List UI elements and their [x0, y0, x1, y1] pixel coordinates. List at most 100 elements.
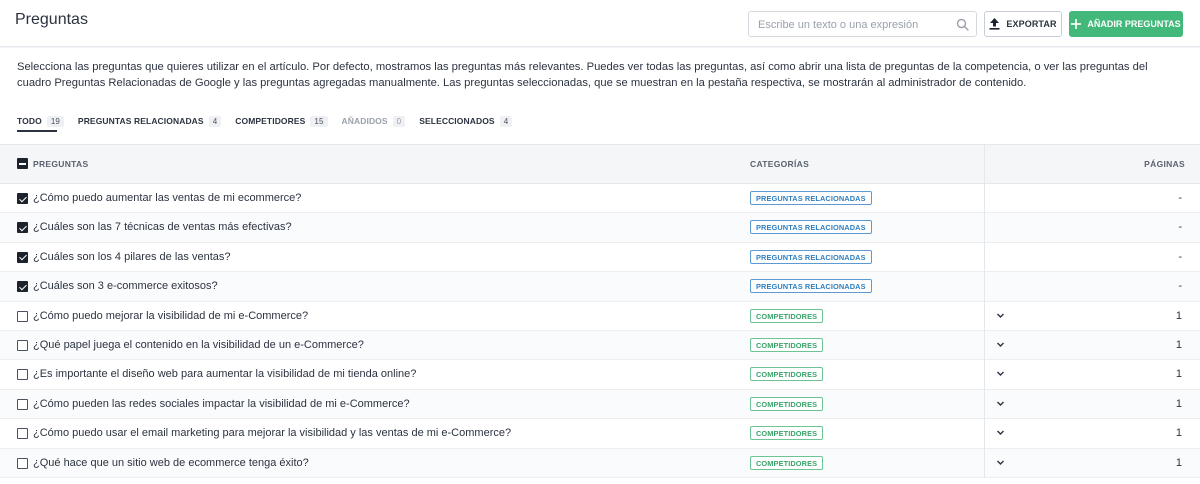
column-divider: [984, 360, 985, 390]
row-checkbox[interactable]: [17, 428, 28, 440]
chevron-down-icon[interactable]: [996, 312, 1005, 319]
tab-todo[interactable]: TODO 19: [17, 115, 64, 127]
column-divider: [984, 242, 985, 273]
row-checkbox[interactable]: [17, 193, 28, 204]
table-row[interactable]: ¿Cómo puedo usar el email marketing para…: [0, 419, 1200, 449]
category-badge[interactable]: COMPETIDORES: [750, 396, 824, 411]
pages-count: 1: [1175, 309, 1182, 322]
search-input[interactable]: [758, 16, 953, 33]
row-checkbox[interactable]: [17, 281, 28, 293]
column-divider: [984, 213, 985, 243]
row-checkbox[interactable]: [17, 310, 28, 322]
pages-count: 1: [1175, 427, 1182, 440]
chevron-down-icon[interactable]: [996, 459, 1005, 466]
tab-label: COMPETIDORES: [235, 116, 306, 126]
table-row[interactable]: ¿Cómo pueden las redes sociales impactar…: [0, 389, 1200, 420]
tab-count: 19: [46, 115, 64, 127]
table-row[interactable]: ¿Es importante el diseño web para aument…: [0, 360, 1200, 390]
column-header-categories[interactable]: CATEGORÍAS: [750, 159, 809, 169]
column-divider: [984, 184, 985, 214]
category-badge[interactable]: COMPETIDORES: [750, 426, 824, 441]
chevron-down-icon[interactable]: [996, 400, 1005, 407]
pages-count: 1: [1175, 456, 1182, 469]
pages-count: 1: [1175, 338, 1182, 351]
table-row[interactable]: ¿Cuáles son los 4 pilares de las ventas?…: [0, 242, 1200, 273]
category-badge[interactable]: COMPETIDORES: [750, 367, 824, 382]
question-text: ¿Cómo puedo mejorar la visibilidad de mi…: [33, 309, 309, 322]
table-row[interactable]: ¿Cuáles son 3 e-commerce exitosos? PREGU…: [0, 272, 1200, 302]
tab-seleccionados[interactable]: SELECCIONADOS 4: [419, 115, 513, 127]
chevron-down-icon[interactable]: [996, 341, 1005, 348]
tab-label: SELECCIONADOS: [419, 116, 495, 126]
tab-label: PREGUNTAS RELACIONADAS: [77, 116, 204, 126]
category-badge[interactable]: COMPETIDORES: [750, 455, 824, 470]
questions-table: PREGUNTAS CATEGORÍAS PÁGINAS ¿Cómo puedo…: [0, 144, 1200, 478]
question-text: ¿Qué papel juega el contenido en la visi…: [33, 338, 364, 351]
pages-count: 1: [1175, 368, 1182, 381]
table-row[interactable]: ¿Qué papel juega el contenido en la visi…: [0, 330, 1200, 361]
tab-count: 4: [208, 115, 222, 127]
page-title: Preguntas: [15, 11, 88, 28]
tab-competidores[interactable]: COMPETIDORES 15: [235, 115, 328, 127]
pages-count: -: [1178, 192, 1182, 204]
row-checkbox[interactable]: [17, 251, 28, 263]
question-text: ¿Cómo puedo usar el email marketing para…: [33, 427, 512, 440]
column-divider: [984, 145, 985, 185]
table-row[interactable]: ¿Cómo puedo aumentar las ventas de mi ec…: [0, 184, 1200, 214]
tab-anadidos[interactable]: AÑADIDOS 0: [341, 115, 406, 127]
plus-icon: [1071, 19, 1082, 29]
add-questions-button[interactable]: AÑADIR PREGUNTAS: [1069, 11, 1183, 37]
column-header-questions[interactable]: PREGUNTAS: [33, 159, 88, 169]
export-button[interactable]: EXPORTAR: [984, 11, 1062, 37]
column-divider: [984, 389, 985, 420]
tab-label: AÑADIDOS: [341, 116, 388, 126]
question-text: ¿Cuáles son 3 e-commerce exitosos?: [33, 280, 218, 293]
category-badge[interactable]: PREGUNTAS RELACIONADAS: [750, 249, 872, 264]
description-text: Selecciona las preguntas que quieres uti…: [17, 61, 1148, 89]
pages-count: 1: [1175, 397, 1182, 410]
question-text: ¿Cómo pueden las redes sociales impactar…: [33, 397, 410, 410]
row-checkbox[interactable]: [17, 457, 28, 469]
row-checkbox[interactable]: [17, 369, 28, 381]
chevron-down-icon[interactable]: [996, 370, 1005, 377]
category-badge[interactable]: COMPETIDORES: [750, 337, 824, 352]
tab-preguntas-relacionadas[interactable]: PREGUNTAS RELACIONADAS 4: [77, 115, 222, 127]
table-header: PREGUNTAS CATEGORÍAS PÁGINAS: [0, 144, 1200, 185]
upload-icon: [989, 18, 1000, 30]
pages-count: -: [1178, 221, 1182, 234]
table-row[interactable]: ¿Cómo puedo mejorar la visibilidad de mi…: [0, 301, 1200, 331]
question-text: ¿Es importante el diseño web para aument…: [33, 368, 417, 381]
column-header-pages[interactable]: PÁGINAS: [1144, 159, 1185, 169]
column-divider: [984, 419, 985, 449]
tab-count: 15: [310, 115, 328, 127]
category-badge[interactable]: COMPETIDORES: [750, 308, 824, 323]
pages-count: -: [1178, 280, 1182, 293]
header-bar: Preguntas EXPORTAR AÑADIR PREGUNTAS: [0, 0, 1200, 47]
tab-bar: TODO 19 PREGUNTAS RELACIONADAS 4 COMPETI…: [17, 114, 526, 128]
question-text: ¿Qué hace que un sitio web de ecommerce …: [33, 456, 309, 469]
row-checkbox[interactable]: [17, 398, 28, 410]
category-badge[interactable]: PREGUNTAS RELACIONADAS: [750, 191, 872, 205]
tab-count: 4: [499, 115, 513, 127]
question-text: ¿Cuáles son las 7 técnicas de ventas más…: [33, 221, 292, 234]
category-badge[interactable]: PREGUNTAS RELACIONADAS: [750, 279, 872, 294]
table-row[interactable]: ¿Qué hace que un sitio web de ecommerce …: [0, 448, 1200, 478]
question-text: ¿Cuáles son los 4 pilares de las ventas?: [33, 250, 231, 263]
row-checkbox[interactable]: [17, 339, 28, 351]
column-divider: [984, 301, 985, 331]
tab-count: 0: [392, 115, 406, 127]
search-icon[interactable]: [956, 18, 969, 31]
select-all-checkbox[interactable]: [17, 158, 28, 169]
table-row[interactable]: ¿Cuáles son las 7 técnicas de ventas más…: [0, 213, 1200, 243]
column-divider: [984, 448, 985, 478]
column-divider: [984, 330, 985, 361]
row-checkbox[interactable]: [17, 222, 28, 234]
search-box[interactable]: [748, 11, 977, 37]
add-questions-label: AÑADIR PREGUNTAS: [1087, 19, 1181, 29]
export-label: EXPORTAR: [1006, 19, 1057, 29]
column-divider: [984, 272, 985, 302]
pages-count: -: [1178, 250, 1182, 263]
chevron-down-icon[interactable]: [996, 429, 1005, 436]
question-text: ¿Cómo puedo aumentar las ventas de mi ec…: [33, 192, 302, 204]
category-badge[interactable]: PREGUNTAS RELACIONADAS: [750, 220, 872, 235]
